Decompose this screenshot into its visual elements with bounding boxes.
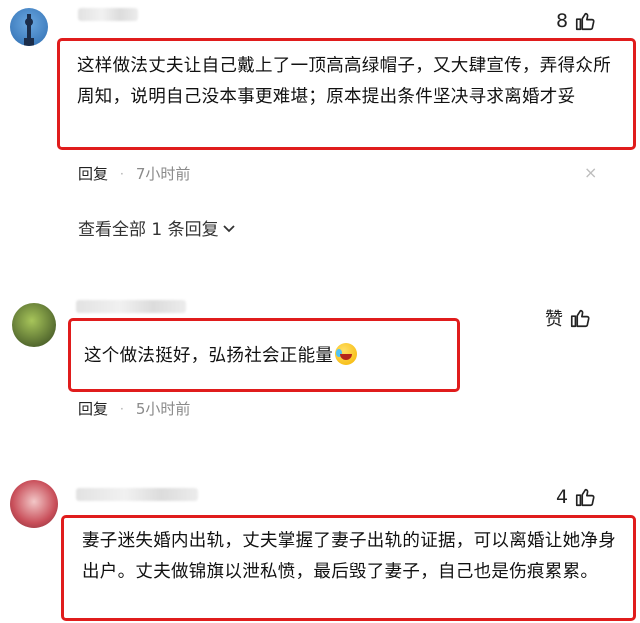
separator-dot: ·	[120, 401, 124, 416]
laughing-emoji-icon	[335, 343, 358, 365]
comment-text: 这个做法挺好，弘扬社会正能量	[84, 346, 334, 366]
thumbs-up-icon	[576, 12, 595, 31]
like-count: 4	[556, 486, 569, 508]
thumbs-up-icon	[576, 488, 595, 507]
comment-highlight-box: 这样做法丈夫让自己戴上了一顶高高绿帽子，又大肆宣传，弄得众所周知，说明自己没本事…	[57, 38, 636, 150]
like-button[interactable]: 赞	[545, 305, 591, 331]
tower-avatar-image	[24, 14, 34, 46]
username[interactable]	[78, 8, 138, 21]
view-all-replies-button[interactable]: 查看全部 1 条回复	[78, 215, 237, 240]
timestamp: 5小时前	[135, 400, 191, 418]
comment-meta: 回复 · 5小时前	[78, 398, 190, 419]
separator-dot: ·	[120, 166, 124, 181]
username[interactable]	[76, 488, 198, 501]
like-count: 8	[556, 10, 569, 32]
like-label: 赞	[545, 309, 563, 330]
chevron-down-icon	[222, 224, 235, 232]
avatar[interactable]	[10, 480, 58, 528]
like-button[interactable]: 8	[556, 10, 596, 32]
view-all-label: 查看全部 1 条回复	[78, 220, 219, 240]
comment-text: 这样做法丈夫让自己戴上了一顶高高绿帽子，又大肆宣传，弄得众所周知，说明自己没本事…	[77, 56, 611, 107]
avatar[interactable]	[12, 303, 56, 347]
close-icon[interactable]: ×	[584, 163, 597, 182]
comment-meta: 回复 · 7小时前	[78, 163, 190, 184]
username[interactable]	[76, 300, 186, 313]
comment-text: 妻子迷失婚内出轨，丈夫掌握了妻子出轨的证据，可以离婚让她净身出户。丈夫做锦旗以泄…	[82, 531, 616, 582]
thumbs-up-icon	[570, 309, 590, 328]
reply-button[interactable]: 回复	[78, 398, 108, 419]
reply-button[interactable]: 回复	[78, 163, 108, 184]
comment-highlight-box: 这个做法挺好，弘扬社会正能量	[68, 318, 460, 392]
timestamp: 7小时前	[135, 165, 191, 183]
comment-highlight-box: 妻子迷失婚内出轨，丈夫掌握了妻子出轨的证据，可以离婚让她净身出户。丈夫做锦旗以泄…	[61, 515, 636, 621]
like-button[interactable]: 4	[556, 486, 596, 508]
avatar[interactable]	[10, 8, 48, 46]
